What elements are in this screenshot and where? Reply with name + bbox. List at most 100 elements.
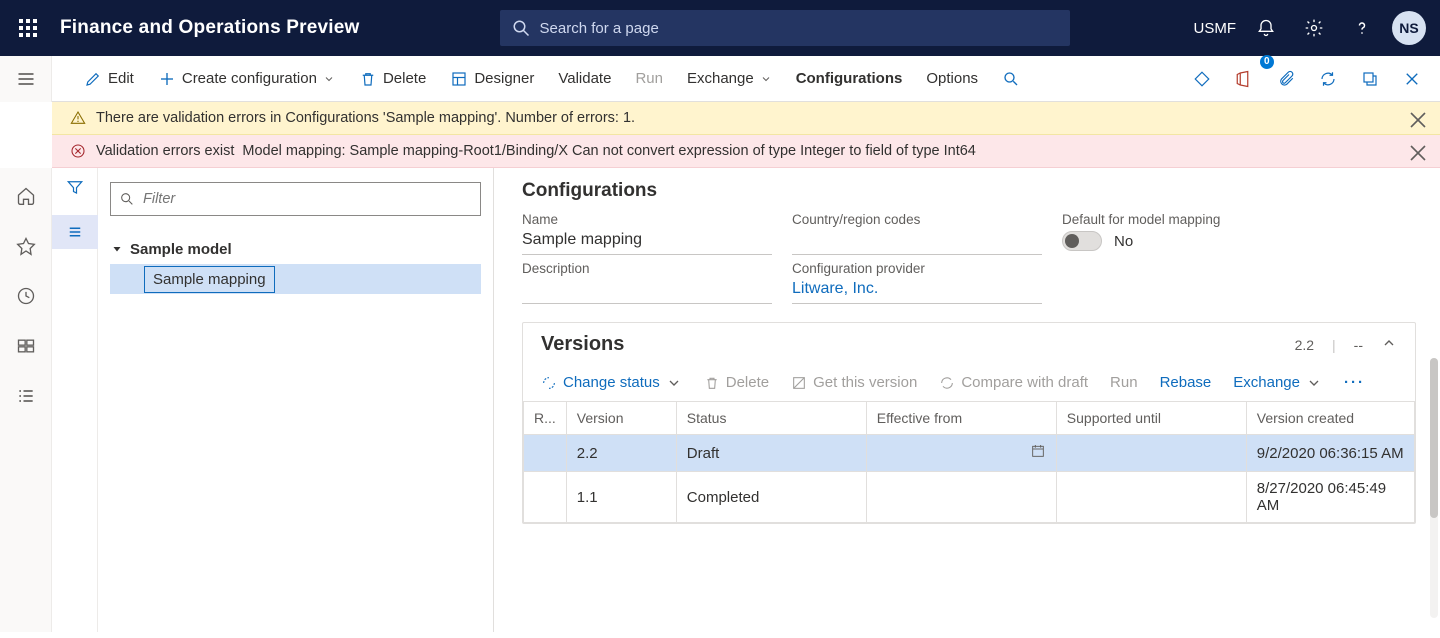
popout-icon[interactable] xyxy=(1350,59,1390,99)
company-code[interactable]: USMF xyxy=(1194,20,1237,37)
col-effective[interactable]: Effective from xyxy=(866,402,1056,435)
tree-filter-input[interactable] xyxy=(143,191,472,207)
global-search-input[interactable] xyxy=(540,20,1058,37)
nav-hamburger-icon[interactable] xyxy=(0,56,52,102)
name-value[interactable]: Sample mapping xyxy=(522,231,772,255)
chevron-down-icon xyxy=(323,73,335,85)
power-apps-icon[interactable] xyxy=(1182,59,1222,99)
download-icon xyxy=(791,375,807,391)
versions-dash: -- xyxy=(1354,337,1363,353)
col-created[interactable]: Version created xyxy=(1246,402,1414,435)
field-default-mapping: Default for model mapping No xyxy=(1062,212,1322,255)
close-error-icon[interactable] xyxy=(1406,141,1430,165)
calendar-icon[interactable] xyxy=(1030,443,1046,463)
description-label: Description xyxy=(522,261,772,276)
field-name: Name Sample mapping xyxy=(522,212,772,255)
table-row[interactable]: 2.2Draft9/2/2020 06:36:15 AM xyxy=(524,435,1415,472)
ribbon-search-icon[interactable] xyxy=(990,70,1032,88)
global-search[interactable] xyxy=(500,10,1070,46)
options-tab[interactable]: Options xyxy=(914,70,990,87)
tree-node-child[interactable]: Sample mapping xyxy=(110,264,481,294)
validate-button[interactable]: Validate xyxy=(546,70,623,87)
cycle-icon xyxy=(541,375,557,391)
refresh-icon[interactable] xyxy=(1308,59,1348,99)
default-mapping-toggle[interactable] xyxy=(1062,231,1102,251)
provider-link[interactable]: Litware, Inc. xyxy=(792,280,1042,304)
compare-icon xyxy=(939,375,955,391)
attachments-count-badge: 0 xyxy=(1260,55,1274,69)
col-supported[interactable]: Supported until xyxy=(1056,402,1246,435)
versions-exchange-button[interactable]: Exchange xyxy=(1233,374,1322,391)
nav-modules-icon[interactable] xyxy=(6,380,46,412)
body-area: Sample model Sample mapping Configuratio… xyxy=(0,168,1440,632)
description-value[interactable] xyxy=(522,280,772,304)
warning-icon xyxy=(70,110,86,126)
designer-button[interactable]: Designer xyxy=(438,70,546,88)
chevron-down-icon xyxy=(760,73,772,85)
settings-icon[interactable] xyxy=(1292,6,1336,50)
nav-home-icon[interactable] xyxy=(6,180,46,212)
configurations-tab[interactable]: Configurations xyxy=(784,70,915,87)
delete-button[interactable]: Delete xyxy=(347,70,438,88)
pencil-icon xyxy=(84,70,102,88)
nav-workspaces-icon[interactable] xyxy=(6,330,46,362)
tree-child-label: Sample mapping xyxy=(144,266,275,293)
nav-favorites-icon[interactable] xyxy=(6,230,46,262)
app-header: Finance and Operations Preview USMF NS xyxy=(0,0,1440,56)
designer-label: Designer xyxy=(474,70,534,87)
help-icon[interactable] xyxy=(1340,6,1384,50)
close-warning-icon[interactable] xyxy=(1406,108,1430,132)
user-avatar[interactable]: NS xyxy=(1392,11,1426,45)
app-title: Finance and Operations Preview xyxy=(60,17,360,39)
table-row[interactable]: 1.1Completed8/27/2020 06:45:49 AM xyxy=(524,472,1415,523)
default-mapping-value: No xyxy=(1114,233,1133,250)
chevron-down-icon xyxy=(1306,375,1322,391)
configurations-label: Configurations xyxy=(796,70,903,87)
cell-created: 9/2/2020 06:36:15 AM xyxy=(1246,435,1414,472)
app-launcher-icon[interactable] xyxy=(8,8,48,48)
tree-root-label: Sample model xyxy=(130,241,232,258)
name-label: Name xyxy=(522,212,772,227)
edit-button[interactable]: Edit xyxy=(72,70,146,88)
header-right: USMF NS xyxy=(1194,6,1433,50)
versions-card: Versions 2.2 | -- Change status xyxy=(522,322,1416,524)
col-status[interactable]: Status xyxy=(676,402,866,435)
office-icon[interactable] xyxy=(1224,59,1264,99)
attachments-icon[interactable]: 0 xyxy=(1266,59,1306,99)
caret-down-icon xyxy=(110,243,124,255)
get-version-label: Get this version xyxy=(813,374,917,391)
close-page-icon[interactable] xyxy=(1392,59,1432,99)
nav-recent-icon[interactable] xyxy=(6,280,46,312)
versions-more-button[interactable]: ··· xyxy=(1344,374,1365,391)
compare-button: Compare with draft xyxy=(939,374,1088,391)
cell-effective[interactable] xyxy=(866,435,1056,472)
create-configuration-button[interactable]: Create configuration xyxy=(146,70,347,88)
collapse-versions-icon[interactable] xyxy=(1381,335,1397,354)
versions-exchange-label: Exchange xyxy=(1233,374,1300,391)
change-status-button[interactable]: Change status xyxy=(541,374,682,391)
exchange-button[interactable]: Exchange xyxy=(675,70,784,87)
cell-supported xyxy=(1056,435,1246,472)
col-r[interactable]: R... xyxy=(524,402,567,435)
designer-icon xyxy=(450,70,468,88)
cell-status: Draft xyxy=(676,435,866,472)
cell-effective[interactable] xyxy=(866,472,1056,523)
scrollbar-thumb[interactable] xyxy=(1430,358,1438,518)
list-view-icon[interactable] xyxy=(52,215,98,249)
country-value[interactable] xyxy=(792,231,1042,255)
warning-message-bar: There are validation errors in Configura… xyxy=(52,102,1440,135)
tree-filter[interactable] xyxy=(110,182,481,216)
versions-run-button: Run xyxy=(1110,374,1138,391)
rebase-button[interactable]: Rebase xyxy=(1160,374,1212,391)
col-version[interactable]: Version xyxy=(566,402,676,435)
section-title: Configurations xyxy=(522,180,1416,202)
filter-pane-icon[interactable] xyxy=(66,178,84,201)
versions-toolbar: Change status Delete Get this version Co… xyxy=(523,370,1415,401)
search-icon xyxy=(512,19,530,37)
action-ribbon: Edit Create configuration Delete Designe… xyxy=(52,56,1440,102)
country-label: Country/region codes xyxy=(792,212,1042,227)
cell-supported xyxy=(1056,472,1246,523)
versions-delete-label: Delete xyxy=(726,374,769,391)
tree-node-root[interactable]: Sample model xyxy=(110,234,481,264)
notifications-icon[interactable] xyxy=(1244,6,1288,50)
